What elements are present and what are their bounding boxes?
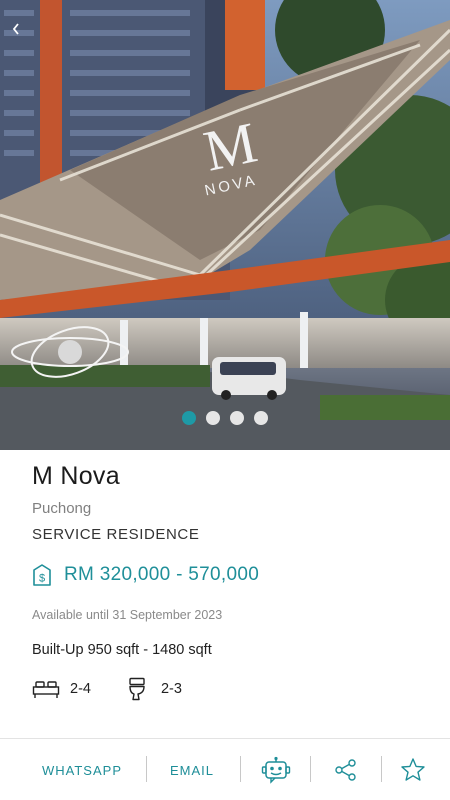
property-name: M Nova <box>32 462 120 490</box>
bottom-action-bar: WHATSAPP EMAIL <box>0 738 450 800</box>
back-button[interactable] <box>8 18 24 40</box>
toilet-icon <box>123 677 151 701</box>
divider <box>310 756 311 782</box>
carousel-dot[interactable] <box>206 411 220 425</box>
carousel-dot[interactable] <box>182 411 196 425</box>
favourite-button[interactable] <box>394 739 432 800</box>
chevron-left-icon <box>12 23 19 35</box>
carousel-dot[interactable] <box>254 411 268 425</box>
hero-image[interactable]: M NOVA <box>0 0 450 450</box>
robot-icon <box>261 756 291 784</box>
divider <box>146 756 147 782</box>
price-range: RM 320,000 - 570,000 <box>64 564 260 585</box>
share-button[interactable] <box>328 739 364 800</box>
built-up-size: Built-Up 950 sqft - 1480 sqft <box>32 642 212 658</box>
price-row: $ RM 320,000 - 570,000 <box>32 563 259 587</box>
bed-icon <box>32 677 60 701</box>
room-specs: 2-4 2-3 <box>32 677 214 701</box>
property-type: SERVICE RESIDENCE <box>32 526 200 543</box>
chatbot-button[interactable] <box>256 739 296 800</box>
bedroom-count: 2-4 <box>70 681 91 697</box>
bathroom-count: 2-3 <box>160 681 182 697</box>
share-icon <box>335 759 356 781</box>
building-illustration: M NOVA <box>0 0 450 450</box>
property-location: Puchong <box>32 500 92 517</box>
email-button[interactable]: EMAIL <box>158 739 226 800</box>
divider <box>381 756 382 782</box>
carousel-dot[interactable] <box>230 411 244 425</box>
availability-text: Available until 31 September 2023 <box>32 608 223 622</box>
dollar-tag-icon: $ <box>33 564 51 586</box>
divider <box>240 756 241 782</box>
carousel-indicator <box>0 411 450 425</box>
whatsapp-button[interactable]: WHATSAPP <box>30 739 134 800</box>
svg-text:$: $ <box>39 573 45 585</box>
star-icon <box>401 758 425 781</box>
